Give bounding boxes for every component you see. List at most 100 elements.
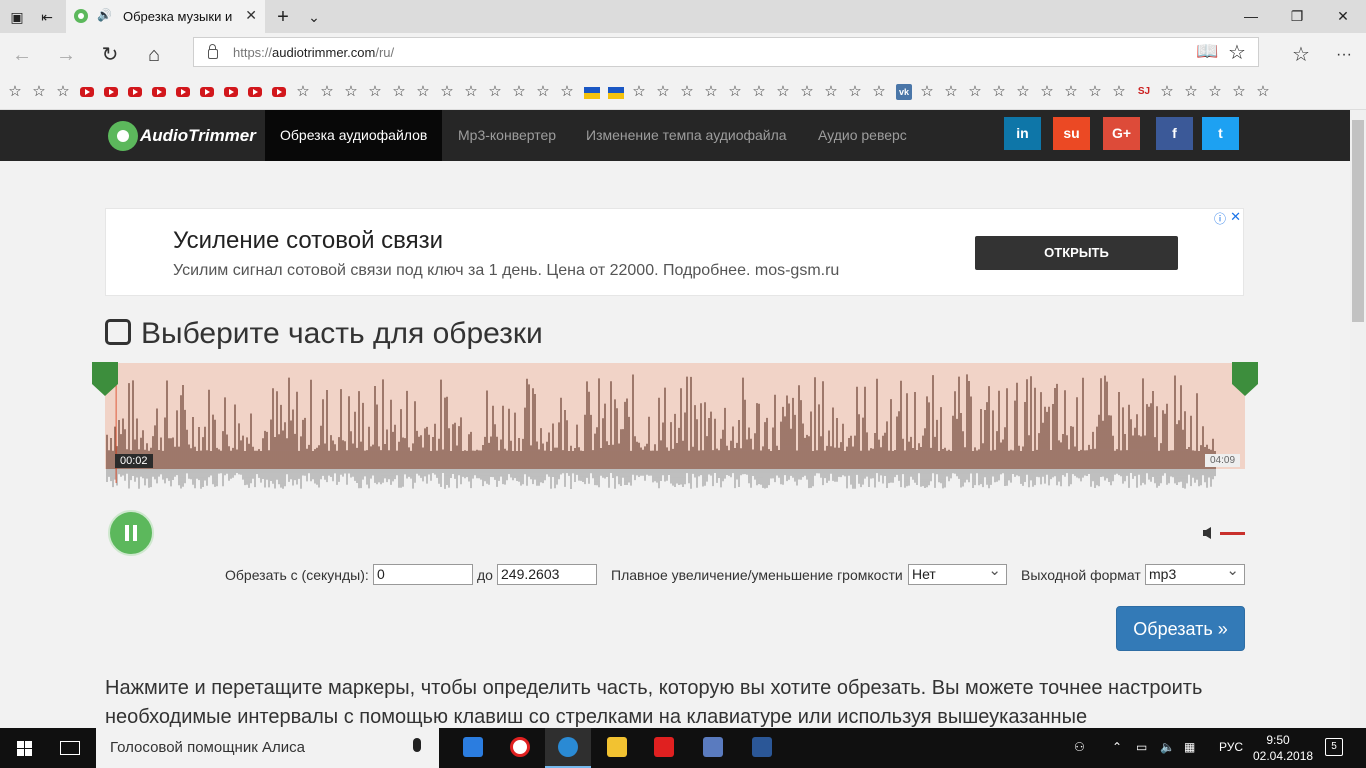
- sj-site-icon[interactable]: SJ: [1136, 84, 1152, 100]
- favorite-star-icon[interactable]: ☆: [703, 84, 719, 100]
- favorite-star-icon[interactable]: ☆: [55, 84, 71, 100]
- youtube-icon[interactable]: [80, 87, 94, 97]
- vk-icon[interactable]: vk: [896, 84, 912, 100]
- microphone-icon[interactable]: [413, 738, 421, 752]
- tab-preview-chevron-icon[interactable]: ⌄: [303, 6, 325, 28]
- youtube-icon[interactable]: [104, 87, 118, 97]
- yandex-browser-icon[interactable]: [497, 728, 543, 768]
- favorite-star-icon[interactable]: ☆: [655, 84, 671, 100]
- network-icon[interactable]: ▭: [1136, 740, 1147, 754]
- youtube-icon[interactable]: [152, 87, 166, 97]
- favorite-star-icon[interactable]: ☆: [415, 84, 431, 100]
- favorite-star-icon[interactable]: ☆: [1255, 84, 1271, 100]
- facebook-icon[interactable]: f: [1156, 117, 1193, 150]
- favorite-star-icon[interactable]: ☆: [367, 84, 383, 100]
- ad-info-icon[interactable]: ⓘ: [1214, 210, 1226, 227]
- task-view-icon[interactable]: [60, 741, 80, 755]
- favorite-star-icon[interactable]: ☆: [1087, 84, 1103, 100]
- favorite-star-icon[interactable]: ☆: [1231, 84, 1247, 100]
- yandex-icon[interactable]: [641, 728, 687, 768]
- word-icon[interactable]: [739, 728, 785, 768]
- minimize-icon[interactable]: —: [1228, 0, 1274, 33]
- favorite-star-icon[interactable]: ☆: [511, 84, 527, 100]
- youtube-icon[interactable]: [248, 87, 262, 97]
- favorite-star-icon[interactable]: ☆: [31, 84, 47, 100]
- youtube-icon[interactable]: [224, 87, 238, 97]
- tab-manager-icon[interactable]: ▣: [6, 6, 28, 28]
- favorite-star-icon[interactable]: ☆: [343, 84, 359, 100]
- set-aside-tabs-icon[interactable]: ⇤: [36, 6, 58, 28]
- favorite-star-icon[interactable]: ☆: [1111, 84, 1127, 100]
- linkedin-icon[interactable]: in: [1004, 117, 1041, 150]
- waveform-editor[interactable]: 00:02 04:09: [92, 362, 1258, 493]
- ad-headline[interactable]: Усиление сотовой связи: [173, 227, 443, 255]
- favorite-star-icon[interactable]: ☆: [1159, 84, 1175, 100]
- trim-button[interactable]: Обрезать »: [1116, 606, 1245, 651]
- site-logo[interactable]: AudioTrimmer: [108, 120, 256, 152]
- favorite-star-icon[interactable]: ☆: [823, 84, 839, 100]
- format-select[interactable]: mp3: [1145, 561, 1245, 585]
- ad-open-button[interactable]: ОТКРЫТЬ: [975, 236, 1178, 270]
- taskbar-search-box[interactable]: Голосовой помощник Алиса: [96, 728, 439, 768]
- taskbar-clock[interactable]: 9:50 02.04.2018: [1253, 732, 1313, 764]
- favorite-star-icon[interactable]: ☆: [535, 84, 551, 100]
- favorites-hub-icon[interactable]: ☆: [1287, 41, 1315, 69]
- favorite-star-icon[interactable]: ☆: [1207, 84, 1223, 100]
- ad-close-icon[interactable]: ✕: [1230, 209, 1241, 225]
- close-window-icon[interactable]: ✕: [1320, 0, 1366, 33]
- favorite-star-icon[interactable]: ☆: [463, 84, 479, 100]
- favorite-star-icon[interactable]: ☆: [1228, 40, 1246, 65]
- notification-center-icon[interactable]: 5: [1325, 738, 1343, 756]
- back-icon[interactable]: ←: [8, 41, 36, 69]
- nav-trim-audio[interactable]: Обрезка аудиофайлов: [265, 110, 443, 161]
- start-marker-handle[interactable]: [92, 362, 118, 398]
- home-icon[interactable]: ⌂: [140, 41, 168, 69]
- app-icon[interactable]: [690, 728, 736, 768]
- favorite-star-icon[interactable]: ☆: [7, 84, 23, 100]
- address-bar[interactable]: https://audiotrimmer.com/ru/ 📖 ☆: [193, 37, 1259, 67]
- fade-select[interactable]: Нет: [908, 561, 1007, 585]
- favorite-star-icon[interactable]: ☆: [1039, 84, 1055, 100]
- twitter-icon[interactable]: t: [1202, 117, 1239, 150]
- nav-audio-reverse[interactable]: Аудио реверс: [803, 110, 922, 161]
- waveform[interactable]: [105, 363, 1245, 493]
- youtube-icon[interactable]: [176, 87, 190, 97]
- volume-icon[interactable]: [1202, 526, 1216, 540]
- favorite-star-icon[interactable]: ☆: [919, 84, 935, 100]
- favorite-star-icon[interactable]: ☆: [727, 84, 743, 100]
- keyboard-icon[interactable]: ▦: [1184, 740, 1195, 754]
- favorite-star-icon[interactable]: ☆: [1063, 84, 1079, 100]
- end-marker-handle[interactable]: [1232, 362, 1258, 398]
- favorite-star-icon[interactable]: ☆: [847, 84, 863, 100]
- stumbleupon-icon[interactable]: su: [1053, 117, 1090, 150]
- speaker-icon[interactable]: 🔈: [1160, 740, 1175, 754]
- restore-icon[interactable]: ❐: [1274, 0, 1320, 33]
- file-explorer-icon[interactable]: [594, 728, 640, 768]
- nav-tempo-change[interactable]: Изменение темпа аудиофайла: [571, 110, 802, 161]
- scrollbar-thumb[interactable]: [1352, 120, 1364, 322]
- pause-button[interactable]: [108, 510, 154, 556]
- more-options-icon[interactable]: ···: [1330, 41, 1358, 69]
- youtube-icon[interactable]: [200, 87, 214, 97]
- close-tab-icon[interactable]: ✕: [245, 7, 257, 24]
- youtube-icon[interactable]: [272, 87, 286, 97]
- taskbar-app-icon[interactable]: [450, 728, 496, 768]
- favorite-star-icon[interactable]: ☆: [775, 84, 791, 100]
- favorite-star-icon[interactable]: ☆: [943, 84, 959, 100]
- favorite-star-icon[interactable]: ☆: [751, 84, 767, 100]
- favorite-star-icon[interactable]: ☆: [439, 84, 455, 100]
- flag-icon[interactable]: [584, 87, 600, 99]
- favorite-star-icon[interactable]: ☆: [487, 84, 503, 100]
- flag-icon[interactable]: [608, 87, 624, 99]
- language-indicator[interactable]: РУС: [1219, 740, 1243, 754]
- favorite-star-icon[interactable]: ☆: [391, 84, 407, 100]
- favorite-star-icon[interactable]: ☆: [631, 84, 647, 100]
- youtube-icon[interactable]: [128, 87, 142, 97]
- people-icon[interactable]: ⚇: [1074, 740, 1085, 754]
- active-browser-tab[interactable]: 🔊 Обрезка музыки и ✕: [66, 0, 265, 33]
- forward-icon[interactable]: →: [52, 41, 80, 69]
- tray-chevron-icon[interactable]: ⌃: [1112, 740, 1122, 754]
- advertisement-banner[interactable]: Усиление сотовой связи Усилим сигнал сот…: [105, 208, 1244, 296]
- favorite-star-icon[interactable]: ☆: [319, 84, 335, 100]
- new-tab-icon[interactable]: +: [272, 6, 294, 28]
